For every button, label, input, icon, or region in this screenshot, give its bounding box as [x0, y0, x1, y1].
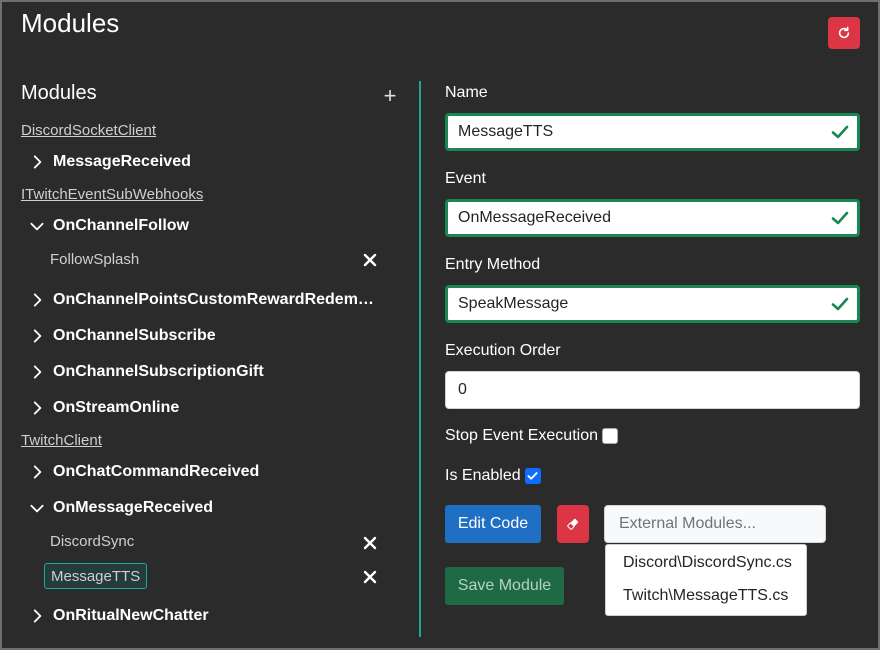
external-module-option[interactable]: Twitch\MessageTTS.cs	[623, 587, 788, 605]
reload-icon	[838, 26, 850, 39]
group-link-itwitcheventsubwebhooks[interactable]: ITwitchEventSubWebhooks	[21, 186, 203, 203]
panel-divider	[419, 81, 421, 637]
page-title: Modules	[21, 8, 120, 38]
chevron-down-icon	[30, 504, 44, 513]
name-value: MessageTTS	[458, 123, 554, 140]
event-item-onchannelpointscustomrewardredemption[interactable]: OnChannelPointsCustomRewardRedem…	[28, 288, 374, 312]
chevron-right-icon	[33, 365, 42, 379]
event-label: OnRitualNewChatter	[53, 607, 209, 624]
stop-event-execution-row[interactable]: Stop Event Execution	[445, 427, 618, 445]
execution-order-label: Execution Order	[445, 342, 561, 359]
chevron-down-icon	[30, 222, 44, 231]
group-link-discordsocketclient[interactable]: DiscordSocketClient	[21, 122, 156, 139]
event-label: OnChannelSubscribe	[53, 327, 216, 344]
module-item-followsplash[interactable]: FollowSplash	[44, 246, 145, 272]
valid-check-icon	[831, 211, 849, 225]
remove-module-icon[interactable]	[362, 252, 378, 268]
modules-tree-heading: Modules	[21, 82, 97, 104]
event-label: MessageReceived	[53, 153, 191, 170]
execution-order-value: 0	[458, 381, 467, 398]
reload-button[interactable]	[828, 17, 860, 49]
stop-event-execution-label: Stop Event Execution	[445, 427, 598, 444]
eraser-icon	[567, 518, 579, 530]
module-item-discordsync[interactable]: DiscordSync	[44, 528, 140, 554]
module-label: DiscordSync	[50, 532, 135, 550]
checkmark-icon	[527, 472, 538, 480]
entry-method-label: Entry Method	[445, 256, 541, 273]
external-module-option[interactable]: Discord\DiscordSync.cs	[623, 554, 792, 572]
module-item-messagetts[interactable]: MessageTTS	[44, 563, 148, 589]
external-modules-placeholder: External Modules...	[619, 515, 756, 532]
event-label: OnChannelFollow	[53, 217, 189, 234]
module-label: FollowSplash	[50, 250, 140, 268]
event-label: OnStreamOnline	[53, 399, 180, 416]
event-label: Event	[445, 170, 486, 187]
entry-method-value: SpeakMessage	[458, 295, 569, 312]
chevron-right-icon	[33, 329, 42, 343]
event-item-onchatcommandreceived[interactable]: OnChatCommandReceived	[28, 460, 259, 484]
event-label: OnMessageReceived	[53, 499, 214, 516]
save-module-button[interactable]: Save Module	[445, 567, 564, 605]
event-label: OnChannelPointsCustomRewardRedem…	[53, 291, 374, 308]
event-label: OnChatCommandReceived	[53, 463, 260, 480]
is-enabled-row[interactable]: Is Enabled	[445, 467, 541, 485]
event-item-onchannelfollow[interactable]: OnChannelFollow	[28, 214, 189, 238]
remove-module-icon[interactable]	[362, 535, 378, 551]
entry-method-input[interactable]: SpeakMessage	[445, 285, 860, 323]
clear-button[interactable]	[557, 505, 589, 543]
event-input[interactable]: OnMessageReceived	[445, 199, 860, 237]
valid-check-icon	[831, 125, 849, 139]
event-value: OnMessageReceived	[458, 209, 611, 226]
chevron-right-icon	[33, 609, 42, 623]
event-item-onmessagereceived[interactable]: OnMessageReceived	[28, 496, 213, 520]
add-module-button[interactable]: +	[380, 84, 400, 108]
name-input[interactable]: MessageTTS	[445, 113, 860, 151]
chevron-right-icon	[33, 155, 42, 169]
chevron-right-icon	[33, 293, 42, 307]
module-label: MessageTTS	[51, 567, 141, 585]
event-item-onstreamonline[interactable]: OnStreamOnline	[28, 396, 179, 420]
is-enabled-label: Is Enabled	[445, 467, 521, 484]
event-item-onchannelsubscriptiongift[interactable]: OnChannelSubscriptionGift	[28, 360, 264, 384]
event-item-onchannelsubscribe[interactable]: OnChannelSubscribe	[28, 324, 216, 348]
edit-code-button[interactable]: Edit Code	[445, 505, 541, 543]
execution-order-input[interactable]: 0	[445, 371, 860, 409]
is-enabled-checkbox[interactable]	[524, 468, 541, 484]
event-label: OnChannelSubscriptionGift	[53, 363, 264, 380]
stop-event-execution-checkbox[interactable]	[601, 428, 618, 444]
valid-check-icon	[831, 297, 849, 311]
event-item-onritualnewchatter[interactable]: OnRitualNewChatter	[28, 604, 209, 628]
event-item-messagereceived[interactable]: MessageReceived	[28, 150, 191, 174]
group-link-twitchclient[interactable]: TwitchClient	[21, 432, 102, 449]
name-label: Name	[445, 84, 488, 101]
external-modules-dropdown: Discord\DiscordSync.cs Twitch\MessageTTS…	[605, 544, 807, 616]
remove-module-icon[interactable]	[362, 569, 378, 585]
chevron-right-icon	[33, 465, 42, 479]
external-modules-input[interactable]: External Modules...	[604, 505, 826, 543]
chevron-right-icon	[33, 401, 42, 415]
